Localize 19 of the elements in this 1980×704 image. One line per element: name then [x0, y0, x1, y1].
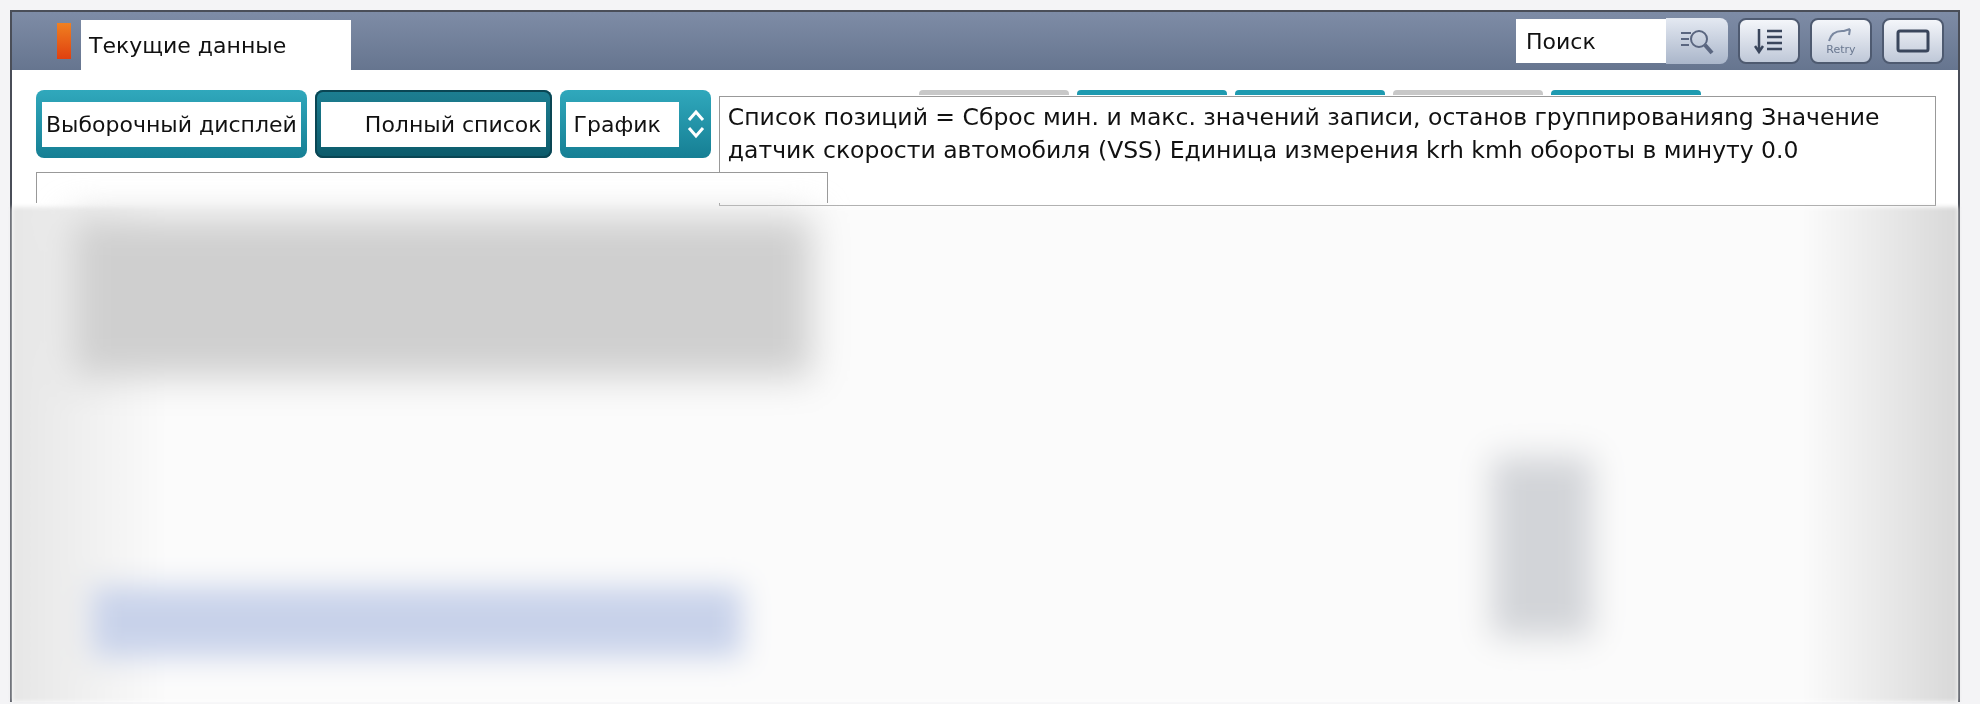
- retry-label: Retry: [1826, 42, 1856, 56]
- tab-strip[interactable]: [1234, 90, 1385, 95]
- window-button[interactable]: [1882, 18, 1944, 64]
- tab-strip[interactable]: [918, 90, 1069, 95]
- view-select[interactable]: График: [559, 90, 711, 158]
- sort-button[interactable]: [1738, 18, 1800, 64]
- tab-strip[interactable]: [1550, 90, 1701, 95]
- tab-strip[interactable]: [1076, 90, 1227, 95]
- window-icon: [1896, 28, 1930, 54]
- view-button[interactable]: Полный список: [314, 90, 552, 158]
- sort-list-icon: [1754, 26, 1784, 56]
- window-title: Текущие данные: [81, 20, 351, 70]
- search-field[interactable]: Поиск: [1516, 19, 1666, 63]
- app-logo-icon: [57, 23, 71, 59]
- view-button[interactable]: Выборочный дисплей: [36, 90, 307, 158]
- tab-strip[interactable]: [1392, 90, 1543, 95]
- search-button[interactable]: [1666, 18, 1728, 64]
- info-text: Список позиций = Сброс мин. и макс. значений записи, останов группированияng Значение датчик скорости автомобиля (VSS) Единица измерения krh kmh обороты в минуту 0.0: [718, 96, 1936, 206]
- spinner-arrows-icon: [686, 109, 705, 139]
